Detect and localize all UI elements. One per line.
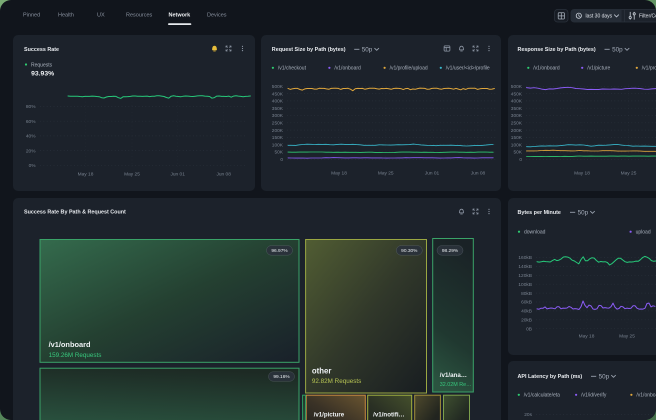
svg-text:/v1/ana…: /v1/ana… (440, 372, 467, 379)
svg-text:/v1/profile/upload: /v1/profile/upload (390, 66, 428, 72)
svg-text:May 18: May 18 (579, 333, 595, 339)
svg-text:Resources: Resources (126, 13, 153, 19)
svg-text:300K: 300K (272, 113, 284, 119)
svg-text:100K: 100K (272, 142, 284, 148)
svg-text:/v1/user/<id>/profile: /v1/user/<id>/profile (446, 66, 490, 72)
svg-text:Devices: Devices (207, 13, 227, 19)
svg-text:UX: UX (97, 13, 105, 19)
svg-text:80kB: 80kB (521, 291, 532, 297)
svg-text:250K: 250K (272, 121, 284, 127)
svg-text:300K: 300K (511, 113, 523, 119)
svg-text:Jun 08: Jun 08 (216, 171, 231, 177)
svg-text:200K: 200K (511, 128, 523, 134)
svg-text:40%: 40% (26, 134, 36, 140)
svg-text:100K: 100K (511, 142, 523, 148)
svg-text:Jun 01: Jun 01 (170, 171, 185, 177)
svg-text:May 25: May 25 (378, 170, 394, 176)
svg-text:20%: 20% (26, 148, 36, 154)
svg-text:500K: 500K (272, 84, 284, 90)
svg-text:/v1/picture: /v1/picture (314, 412, 345, 419)
svg-text:250K: 250K (511, 121, 523, 127)
svg-text:Response Size by Path (bytes): Response Size by Path (bytes) (518, 47, 596, 53)
svg-text:0: 0 (280, 157, 283, 163)
svg-text:Bytes per Minute: Bytes per Minute (518, 210, 561, 216)
svg-text:/v1/onboard: /v1/onboard (49, 340, 91, 349)
svg-text:other: other (312, 367, 332, 376)
svg-text:160kB: 160kB (518, 255, 532, 261)
svg-text:90.30%: 90.30% (401, 248, 418, 254)
svg-text:API Latency by Path (ms): API Latency by Path (ms) (518, 374, 583, 380)
svg-text:96.97%: 96.97% (271, 248, 288, 254)
svg-text:120kB: 120kB (518, 273, 532, 279)
svg-text:500K: 500K (511, 84, 523, 90)
svg-text:350K: 350K (511, 106, 523, 112)
svg-text:93.93%: 93.93% (31, 71, 54, 78)
svg-text:/v1/notifi…: /v1/notifi… (373, 412, 405, 419)
svg-text:60%: 60% (26, 119, 36, 125)
svg-text:download: download (524, 230, 546, 236)
svg-text:50p: 50p (599, 374, 610, 381)
svg-text:last 30 days: last 30 days (586, 14, 613, 20)
svg-text:Health: Health (58, 13, 74, 19)
svg-text:150K: 150K (511, 135, 523, 141)
svg-text:80%: 80% (26, 104, 36, 110)
svg-text:/v1/checkout: /v1/checkout (278, 66, 307, 72)
svg-text:98.29%: 98.29% (442, 248, 459, 254)
svg-text:0: 0 (519, 157, 522, 163)
svg-text:100kB: 100kB (518, 282, 532, 288)
svg-text:50p: 50p (612, 47, 623, 54)
svg-text:/v1/picture: /v1/picture (587, 66, 610, 72)
svg-text:20kB: 20kB (521, 318, 532, 324)
svg-text:May 25: May 25 (619, 333, 635, 339)
svg-text:Filter/Co: Filter/Co (639, 14, 656, 20)
svg-text:Jun 01: Jun 01 (425, 170, 440, 176)
svg-text:150K: 150K (272, 135, 284, 141)
svg-text:May 18: May 18 (78, 171, 94, 177)
svg-text:450K: 450K (272, 91, 284, 97)
svg-text:Network: Network (169, 13, 192, 19)
svg-text:/v1/profile/upload: /v1/profile/upload (642, 66, 656, 72)
svg-text:May 18: May 18 (331, 170, 347, 176)
svg-text:50p: 50p (578, 210, 589, 217)
svg-text:50p: 50p (362, 47, 373, 54)
svg-text:450K: 450K (511, 91, 523, 97)
svg-text:May 25: May 25 (124, 171, 140, 177)
svg-text:0B: 0B (526, 326, 532, 332)
svg-text:/v1/onboard: /v1/onboard (636, 393, 656, 399)
svg-text:Pinned: Pinned (23, 13, 40, 19)
svg-text:20s: 20s (524, 412, 532, 418)
svg-text:Success Rate By Path & Request: Success Rate By Path & Request Count (24, 210, 126, 216)
svg-text:Success Rate: Success Rate (24, 47, 59, 53)
svg-text:60kB: 60kB (521, 300, 532, 306)
svg-text:200K: 200K (272, 128, 284, 134)
svg-text:50K: 50K (513, 150, 522, 156)
svg-text:99.16%: 99.16% (273, 374, 290, 380)
svg-text:Requests: Requests (31, 62, 53, 68)
svg-text:/v1/id/verify: /v1/id/verify (581, 393, 607, 399)
svg-text:400K: 400K (272, 99, 284, 105)
svg-text:32.02M Re…: 32.02M Re… (440, 382, 472, 388)
svg-text:350K: 350K (272, 106, 284, 112)
svg-text:400K: 400K (511, 99, 523, 105)
svg-text:/v1/onboard: /v1/onboard (533, 66, 560, 72)
svg-text:50K: 50K (274, 150, 283, 156)
svg-text:40kB: 40kB (521, 309, 532, 315)
svg-text:/v1/onboard: /v1/onboard (334, 66, 361, 72)
svg-text:May 25: May 25 (621, 170, 637, 176)
svg-text:0%: 0% (29, 163, 37, 169)
svg-text:May 18: May 18 (574, 170, 590, 176)
svg-text:upload: upload (636, 230, 651, 236)
svg-text:92.82M Requests: 92.82M Requests (312, 378, 361, 385)
svg-text:/v1/calculate/eta: /v1/calculate/eta (524, 393, 560, 399)
svg-text:Jun 08: Jun 08 (471, 170, 486, 176)
svg-text:159.26M Requests: 159.26M Requests (49, 352, 102, 359)
svg-text:Request Size by Path (bytes): Request Size by Path (bytes) (272, 47, 346, 53)
svg-text:140kB: 140kB (518, 264, 532, 270)
